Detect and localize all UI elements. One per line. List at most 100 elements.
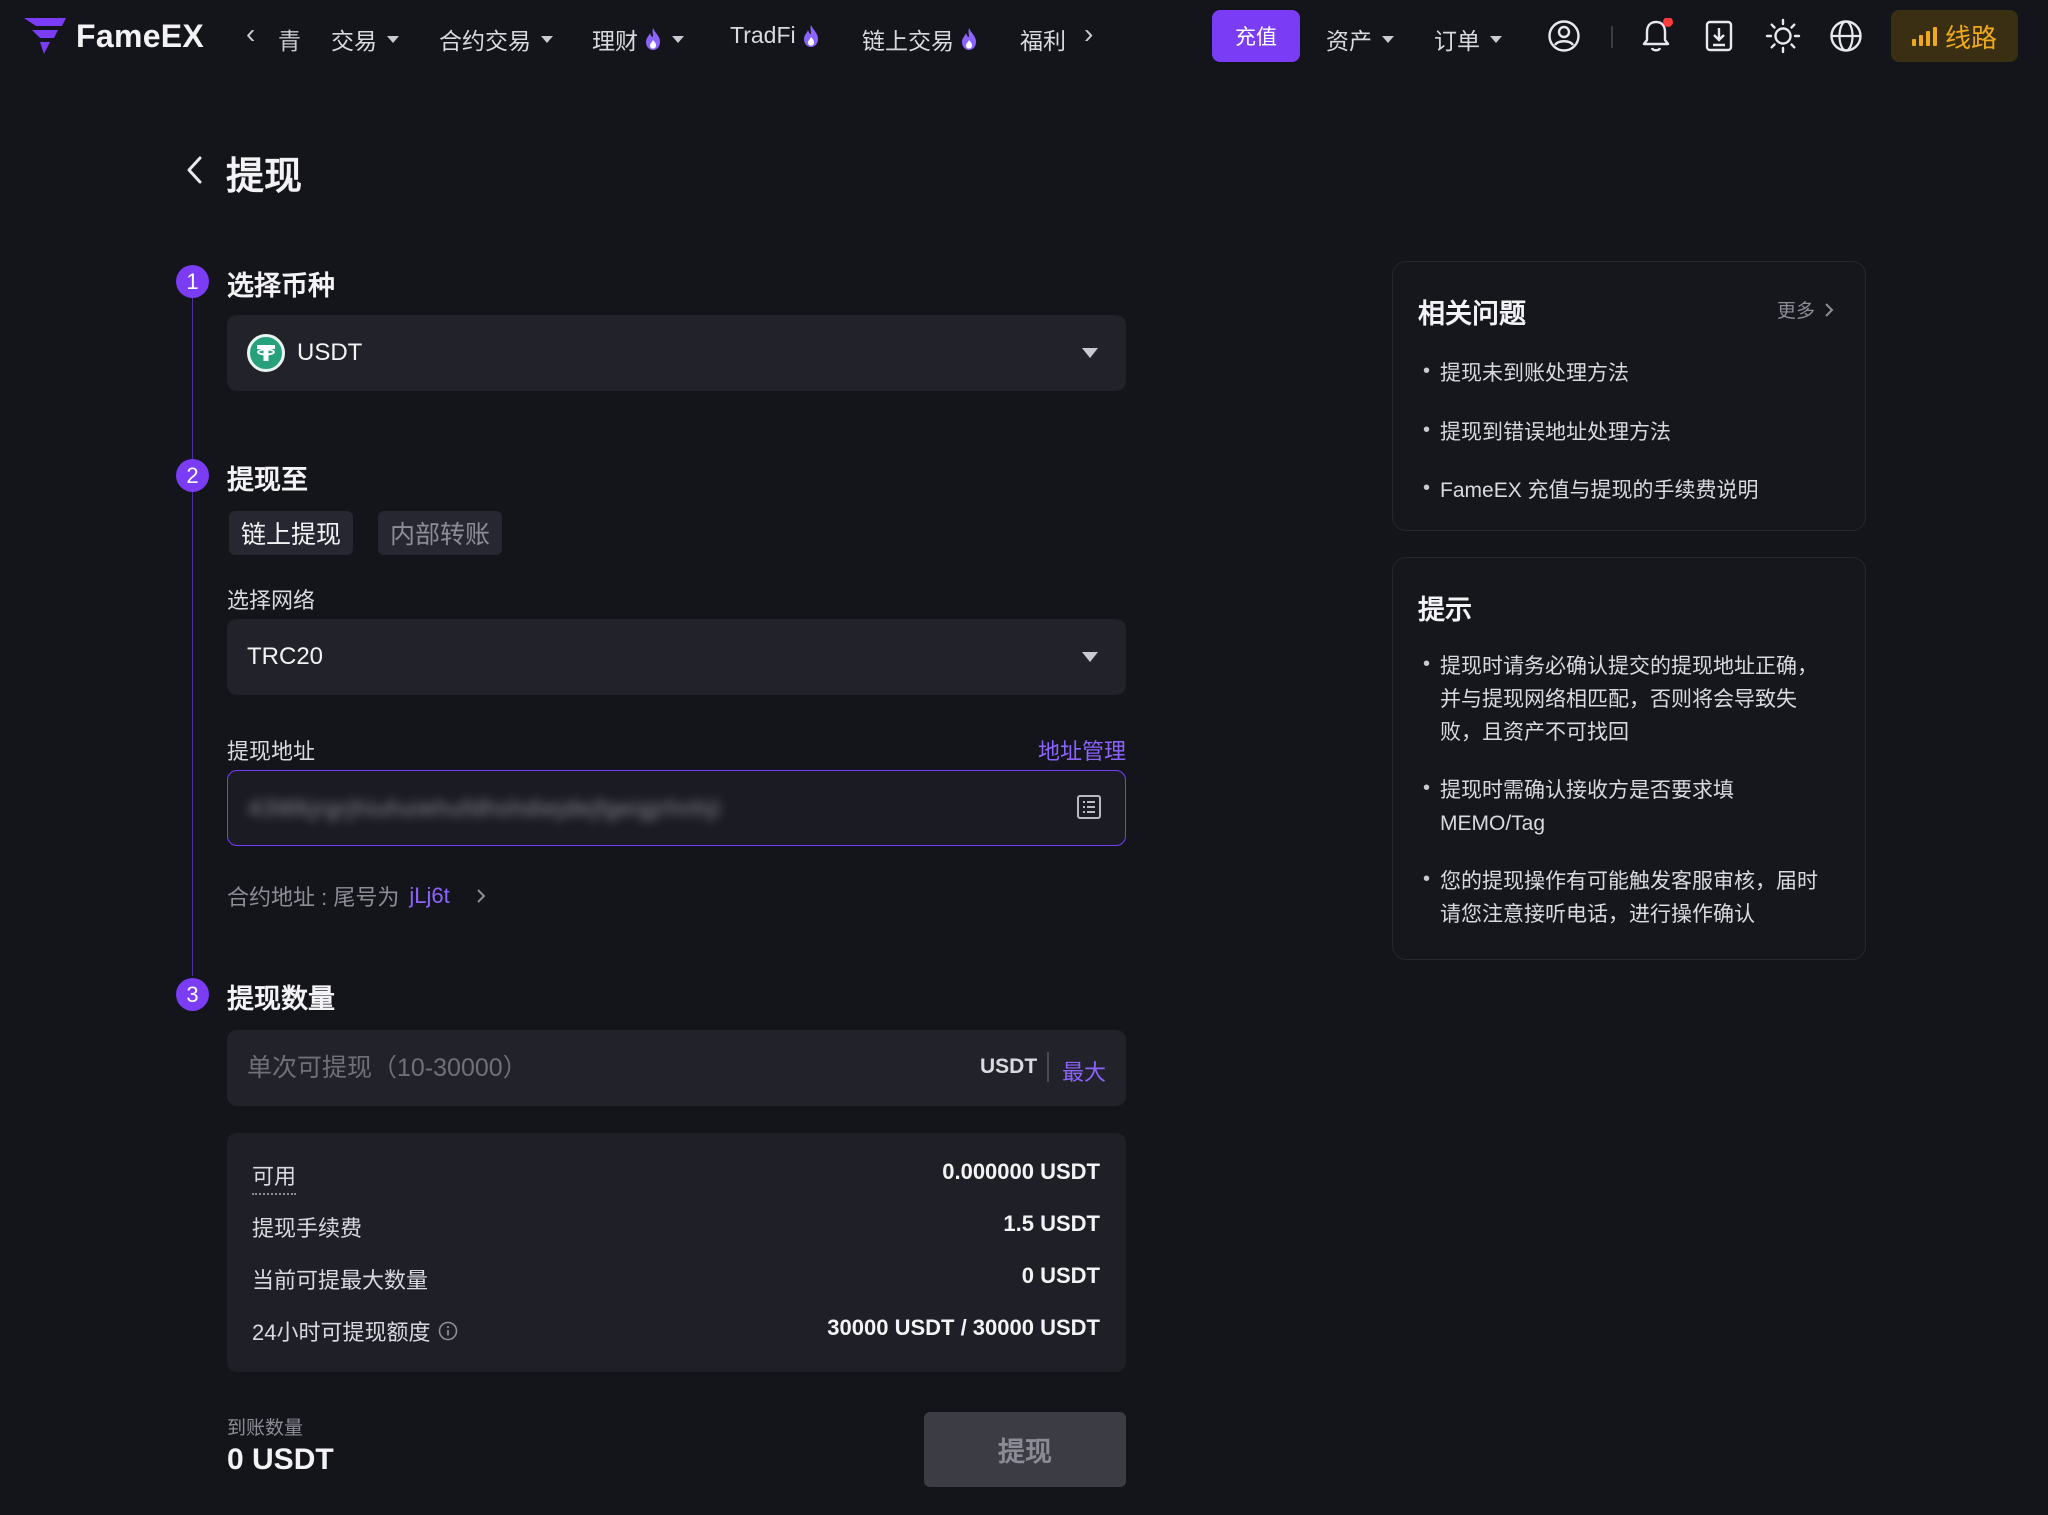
nav-item-label: 订单 (1434, 28, 1480, 54)
tips-card: 提示 • 提现时请务必确认提交的提现地址正确，并与提现网络相匹配，否则将会导致失败… (1392, 557, 1866, 960)
step-1-badge: 1 (176, 265, 209, 298)
nav-item-assets[interactable]: 资产 (1326, 22, 1394, 56)
amount-divider (1047, 1052, 1049, 1082)
bullet-icon: • (1423, 360, 1431, 382)
chevron-down-icon (541, 35, 553, 43)
info-value: 0.000000 USDT (942, 1159, 1100, 1184)
info-key: 24小时可提现额度 (252, 1320, 431, 1345)
nav-item-partial[interactable]: 青 (278, 22, 301, 56)
user-icon[interactable] (1545, 17, 1583, 55)
nav-item-rewards[interactable]: 福利 (1020, 22, 1066, 56)
contract-address-suffix[interactable]: jLj6t (409, 883, 449, 909)
nav-scroll-left-icon[interactable]: ‹ (246, 20, 255, 48)
faq-item-label: FameEX 充值与提现的手续费说明 (1440, 479, 1759, 502)
page-title: 提现 (226, 156, 303, 198)
bell-icon[interactable] (1637, 17, 1675, 55)
tip-item-text: 提现时需确认接收方是否要求填MEMO/Tag (1440, 779, 1735, 835)
withdraw-address-value: 43Wkjrgrjhiuhuiehufdhshdiejdejfgeigjrhnh… (248, 794, 721, 821)
faq-title: 相关问题 (1418, 299, 1526, 329)
nav-item-label: 资产 (1326, 28, 1372, 54)
fire-icon (646, 28, 660, 50)
info-key: 提现手续费 (252, 1216, 363, 1241)
tab-onchain-withdraw[interactable]: 链上提现 (229, 511, 354, 555)
nav-item-label: 福利 (1020, 28, 1066, 54)
address-book-icon[interactable] (1075, 793, 1103, 821)
tip-item-text: 提现时请务必确认提交的提现地址正确，并与提现网络相匹配，否则将会导致失败，且资产… (1440, 655, 1819, 744)
info-value: 1.5 USDT (1003, 1211, 1100, 1236)
nav-divider (1611, 26, 1613, 48)
network-line-button[interactable]: 线路 (1891, 10, 2018, 62)
bullet-icon: • (1423, 653, 1431, 675)
faq-item[interactable]: • FameEX 充值与提现的手续费说明 (1423, 474, 1759, 504)
withdraw-address-input[interactable]: 43Wkjrgrjhiuhuiehufdhshdiejdejfgeigjrhnh… (227, 770, 1126, 846)
nav-scroll-right-icon[interactable]: › (1084, 20, 1093, 48)
dropdown-arrow-icon (1082, 348, 1098, 358)
faq-item[interactable]: • 提现到错误地址处理方法 (1423, 416, 1671, 446)
contract-address-label: 合约地址 : 尾号为 (227, 885, 400, 910)
max-button[interactable]: 最大 (1062, 1055, 1106, 1087)
step-connector-line (192, 296, 193, 976)
step-1-title: 选择币种 (227, 271, 335, 301)
network-label: 选择网络 (227, 588, 316, 613)
withdraw-info-panel: 可用 0.000000 USDT 提现手续费 1.5 USDT 当前可提最大数量… (227, 1133, 1126, 1372)
globe-icon[interactable] (1827, 17, 1865, 55)
bullet-icon: • (1423, 868, 1431, 890)
address-label: 提现地址 (227, 739, 316, 764)
info-value: 30000 USDT / 30000 USDT (827, 1315, 1100, 1340)
nav-item-orders[interactable]: 订单 (1434, 22, 1502, 56)
dropdown-arrow-icon (1082, 652, 1098, 662)
chevron-down-icon (672, 35, 684, 43)
tip-item: • 提现时需确认接收方是否要求填MEMO/Tag (1423, 774, 1833, 840)
top-navbar: FameEX ‹ 青 交易 合约交易 理财 TradFi 链上交易 福利 › 充… (0, 0, 2048, 73)
info-row-24h-limit: 24小时可提现额度 30000 USDT / 30000 USDT (252, 1315, 1100, 1347)
tip-item: • 提现时请务必确认提交的提现地址正确，并与提现网络相匹配，否则将会导致失败，且资… (1423, 650, 1833, 749)
download-icon[interactable] (1700, 17, 1738, 55)
info-row-available: 可用 0.000000 USDT (252, 1159, 1100, 1195)
fameex-logo-icon (24, 18, 66, 54)
back-arrow-icon[interactable] (180, 152, 210, 188)
nav-item-label: 合约交易 (439, 28, 531, 54)
step-2-badge: 2 (176, 459, 209, 492)
amount-field: USDT 最大 (227, 1030, 1126, 1106)
info-key: 当前可提最大数量 (252, 1268, 429, 1293)
faq-item[interactable]: • 提现未到账处理方法 (1423, 357, 1629, 387)
tip-item: • 您的提现操作有可能触发客服审核，届时请您注意接听电话，进行操作确认 (1423, 865, 1833, 931)
nav-item-label: 交易 (331, 28, 377, 54)
nav-item-earn[interactable]: 理财 (592, 22, 684, 56)
bullet-icon: • (1423, 419, 1431, 441)
faq-more-label: 更多 (1776, 301, 1815, 322)
nav-item-trade[interactable]: 交易 (331, 22, 399, 56)
nav-item-onchain[interactable]: 链上交易 (862, 22, 978, 56)
chevron-down-icon (1490, 35, 1502, 43)
info-row-max: 当前可提最大数量 0 USDT (252, 1263, 1100, 1295)
tip-item-text: 您的提现操作有可能触发客服审核，届时请您注意接听电话，进行操作确认 (1440, 870, 1819, 926)
step-3-title: 提现数量 (227, 984, 335, 1014)
network-select[interactable]: TRC20 (227, 619, 1126, 695)
deposit-button[interactable]: 充值 (1212, 10, 1300, 62)
bullet-icon: • (1423, 477, 1431, 499)
fire-icon (962, 28, 976, 50)
info-key[interactable]: 可用 (252, 1159, 297, 1195)
bullet-icon: • (1423, 777, 1431, 799)
amount-input[interactable] (247, 1030, 847, 1106)
withdraw-submit-button[interactable]: 提现 (924, 1412, 1126, 1487)
tips-title: 提示 (1418, 595, 1472, 625)
tether-icon (247, 334, 285, 372)
coin-select-value: USDT (297, 339, 363, 366)
coin-select[interactable]: USDT (227, 315, 1126, 391)
signal-icon (1911, 26, 1937, 46)
network-select-value: TRC20 (247, 643, 324, 670)
nav-item-tradfi[interactable]: TradFi (730, 22, 820, 49)
address-manage-link[interactable]: 地址管理 (1038, 734, 1126, 766)
info-row-fee: 提现手续费 1.5 USDT (252, 1211, 1100, 1243)
tab-internal-transfer[interactable]: 内部转账 (378, 511, 503, 555)
chevron-right-icon[interactable] (472, 885, 490, 907)
theme-sun-icon[interactable] (1764, 17, 1802, 55)
info-icon[interactable] (438, 1321, 458, 1341)
faq-more-link[interactable]: 更多 (1777, 296, 1835, 323)
arrival-label: 到账数量 (227, 1418, 304, 1439)
nav-item-futures[interactable]: 合约交易 (439, 22, 553, 56)
fire-icon (803, 24, 818, 47)
fameex-logo[interactable]: FameEX (22, 16, 204, 56)
contract-address-row[interactable]: 合约地址 : 尾号为 jLj6t (227, 880, 490, 912)
